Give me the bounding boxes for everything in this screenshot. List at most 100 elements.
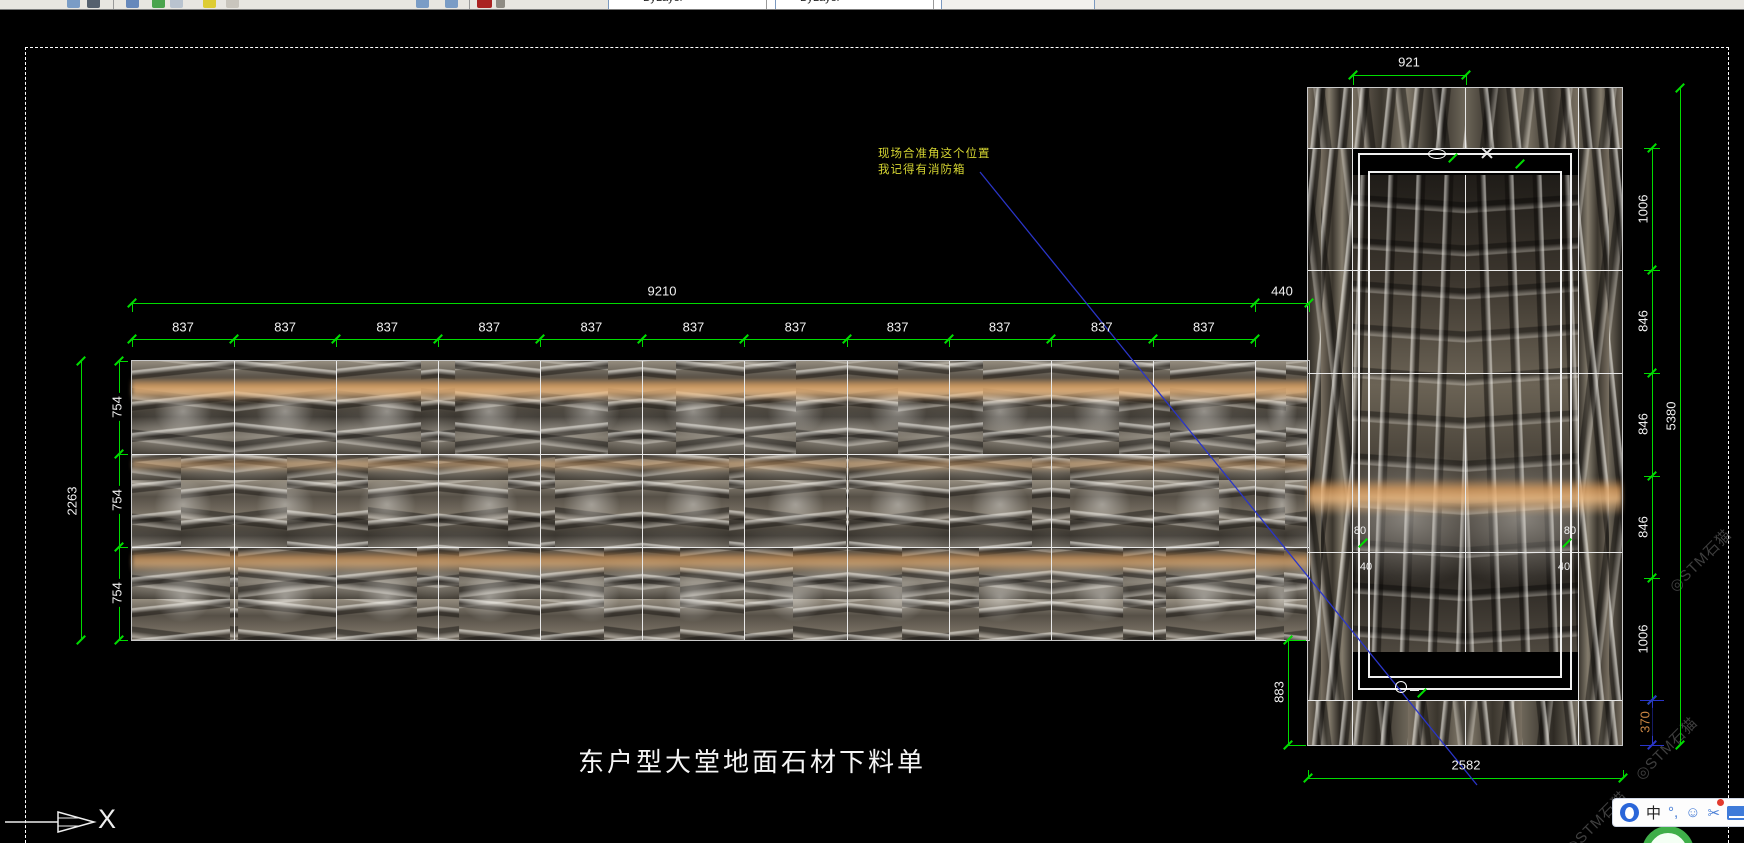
grid-line	[1153, 361, 1154, 640]
marble-tile	[1051, 547, 1153, 640]
punctuation-toggle[interactable]: °,	[1668, 804, 1678, 821]
marble-tile	[949, 361, 1051, 454]
toolbar-icon[interactable]	[203, 0, 216, 8]
marble-tile	[234, 361, 336, 454]
marble-tile	[1051, 361, 1153, 454]
toolbar-icon[interactable]	[67, 0, 80, 8]
marble-tile	[438, 547, 540, 640]
dim-label: 1006	[1636, 622, 1651, 657]
toolbar-separator	[113, 0, 114, 10]
dim-line	[132, 339, 1255, 340]
watermark: ◎STM石猫	[1664, 524, 1736, 596]
dim-label: 837	[581, 320, 603, 335]
marble-tile	[949, 454, 1051, 547]
layer-color-swatch[interactable]	[477, 0, 492, 8]
toolbar-icon[interactable]	[416, 0, 429, 8]
dim-line	[744, 339, 745, 347]
marble-tile	[1465, 700, 1578, 745]
keyboard-icon[interactable]	[1727, 806, 1744, 820]
linetype-combo-value: ByLayer	[800, 0, 840, 4]
toolbar-icon[interactable]	[445, 0, 458, 8]
dim-label: 837	[274, 320, 296, 335]
dim-label: 846	[1636, 307, 1651, 335]
top-toolbar: ByLayer ByLayer	[0, 0, 1744, 10]
dim-line	[1466, 75, 1467, 85]
dim-line	[81, 361, 82, 640]
assistant-mascot[interactable]	[1642, 826, 1694, 843]
dim-line	[132, 303, 1309, 304]
inlay-frame-inner	[1368, 171, 1562, 678]
marble-tile	[336, 547, 438, 640]
dim-label: 754	[110, 393, 125, 421]
dim-line	[1652, 148, 1653, 700]
dim-line	[438, 339, 439, 347]
dim-label: 2263	[65, 484, 80, 519]
dim-label: 370	[1638, 708, 1653, 736]
drawing-canvas[interactable]: 现场合准角这个位置 我记得有消防箱 东户型大堂地面石材下料单 ◎STM石猫 ◎S…	[0, 0, 1744, 843]
grid-line	[234, 361, 235, 640]
drawing-title: 东户型大堂地面石材下料单	[578, 742, 926, 779]
tiny-dim-mark	[1428, 149, 1446, 159]
grid-line	[1465, 88, 1466, 148]
marble-tile	[336, 361, 438, 454]
marble-tile	[336, 454, 438, 547]
dim-label: 837	[1091, 320, 1113, 335]
grid-line	[540, 361, 541, 640]
dim-line	[540, 339, 541, 347]
site-annotation: 现场合准角这个位置 我记得有消防箱	[878, 146, 991, 178]
marble-tile	[847, 361, 949, 454]
grid-line	[1578, 88, 1579, 745]
marble-tile	[1308, 700, 1352, 745]
marble-tile	[1352, 88, 1465, 148]
dim-line	[119, 640, 128, 641]
dim-line	[1308, 778, 1623, 779]
toolbar-icon[interactable]	[496, 0, 505, 8]
toolbar-icon[interactable]	[126, 0, 139, 8]
dim-label: 754	[110, 579, 125, 607]
dim-label: 837	[785, 320, 807, 335]
marble-tile	[744, 454, 846, 547]
dim-line	[1288, 640, 1289, 745]
toolbar-icon[interactable]	[87, 0, 100, 8]
toolbar-icon[interactable]	[152, 0, 165, 8]
toolbar-icon[interactable]	[226, 0, 239, 8]
dim-label: 2582	[1452, 758, 1481, 773]
marble-tile	[847, 547, 949, 640]
layer-combo-value: ByLayer	[643, 0, 683, 4]
marble-tile	[438, 454, 540, 547]
dim-line	[642, 339, 643, 347]
dim-line	[119, 547, 128, 548]
dim-label: 837	[172, 320, 194, 335]
marble-tile	[642, 361, 744, 454]
dim-line	[132, 303, 133, 312]
marble-tile	[132, 361, 234, 454]
grid-line	[1051, 361, 1052, 640]
dim-label: 1006	[1636, 192, 1651, 227]
marble-tile	[1578, 88, 1622, 148]
marble-tile	[744, 361, 846, 454]
dim-label: 837	[1193, 320, 1215, 335]
qq-input-logo-icon[interactable]	[1620, 803, 1639, 822]
grid-line	[132, 547, 1309, 548]
marble-tile	[234, 454, 336, 547]
grid-line	[1465, 700, 1466, 745]
marble-tile	[132, 547, 234, 640]
cad-application-window: ByLayer ByLayer 现场合准角这个位置 我记得有消防箱 东户型大堂地…	[0, 0, 1744, 843]
dim-line	[1353, 75, 1466, 76]
lineweight-combo[interactable]	[941, 0, 1095, 10]
chinese-mode-toggle[interactable]: 中	[1646, 802, 1661, 823]
grid-line	[847, 361, 848, 640]
dim-line	[1255, 303, 1256, 312]
marble-tile	[1255, 361, 1309, 454]
ucs-x-label: X	[98, 804, 116, 835]
scissors-icon[interactable]: ✂	[1708, 804, 1721, 822]
toolbar-icon[interactable]	[170, 0, 183, 8]
marble-tile	[234, 547, 336, 640]
dim-label: 837	[478, 320, 500, 335]
emoji-icon[interactable]: ☺	[1685, 804, 1700, 821]
tiny-dim-mark	[1395, 681, 1407, 693]
grid-line	[1255, 361, 1256, 640]
dim-line	[119, 454, 128, 455]
linetype-combo[interactable]: ByLayer	[775, 0, 952, 10]
dim-label: 837	[376, 320, 398, 335]
